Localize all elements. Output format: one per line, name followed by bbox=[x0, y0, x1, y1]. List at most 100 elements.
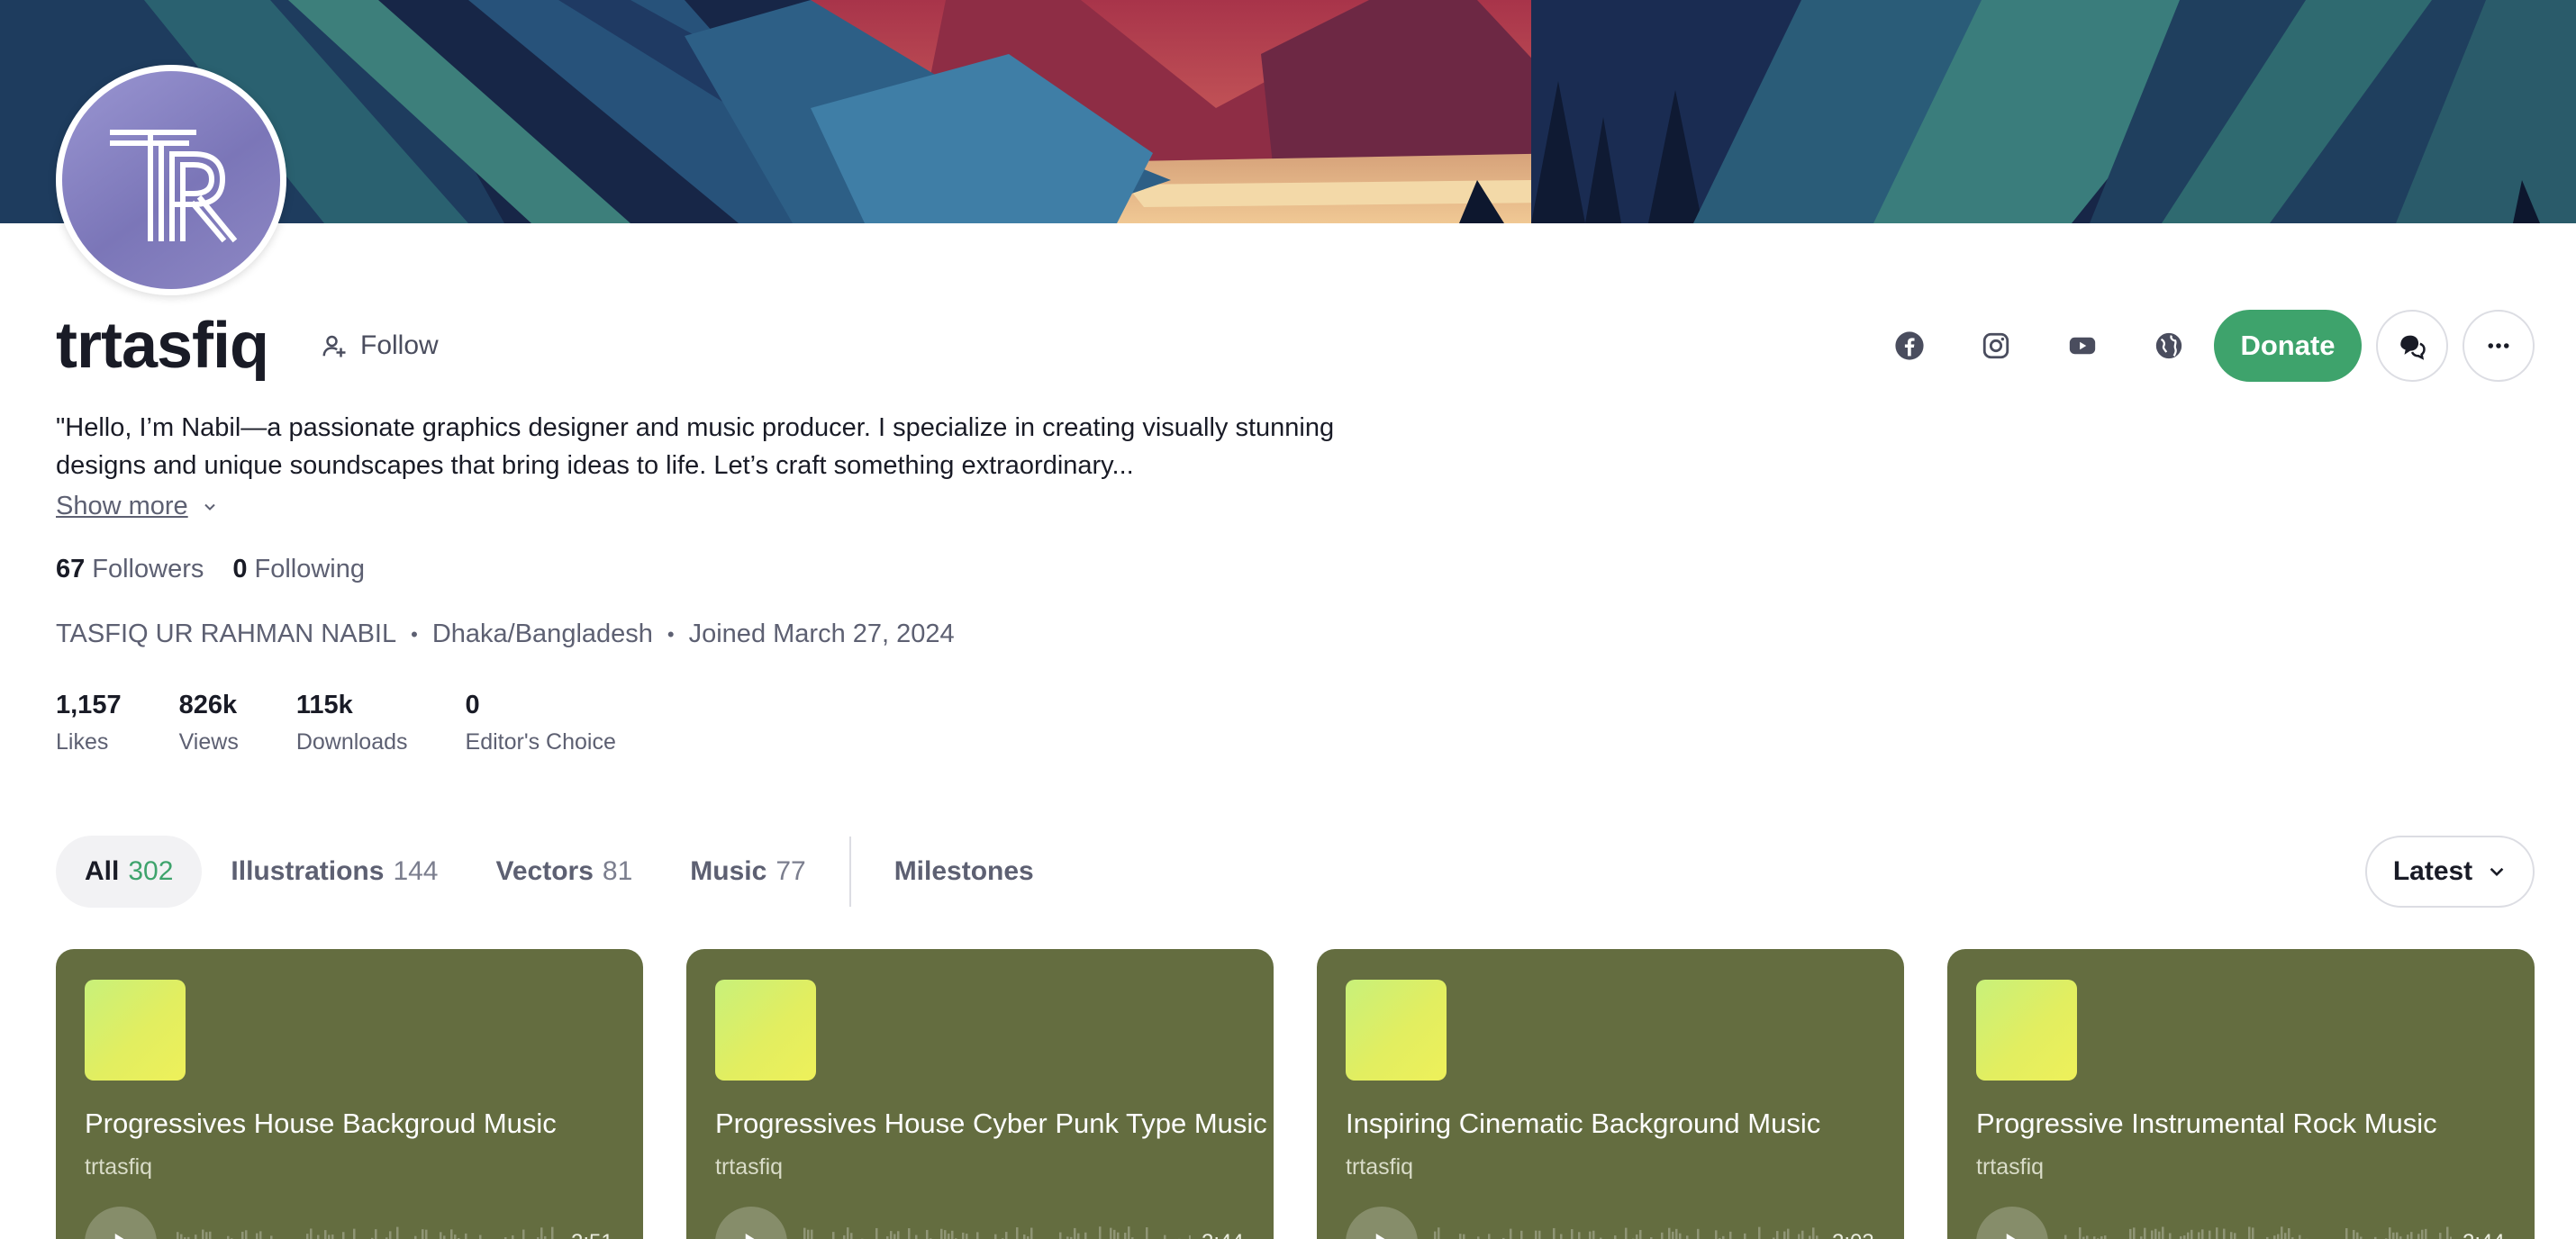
stat-label: Likes bbox=[56, 729, 109, 755]
play-button[interactable] bbox=[715, 1207, 787, 1239]
waveform-bar bbox=[353, 1228, 356, 1239]
waveform-bar bbox=[1614, 1235, 1617, 1239]
play-icon bbox=[2006, 1234, 2016, 1239]
waveform-bar bbox=[331, 1234, 334, 1239]
cover-art bbox=[1976, 980, 2077, 1081]
track-author[interactable]: trtasfiq bbox=[1346, 1154, 1413, 1180]
waveform-bar bbox=[2396, 1232, 2399, 1239]
waveform-bar bbox=[1679, 1233, 1682, 1239]
music-card[interactable]: Progressives House Cyber Punk Type Music… bbox=[686, 949, 1274, 1239]
tab-illustrations[interactable]: Illustrations 144 bbox=[202, 836, 467, 908]
tab-label: Milestones bbox=[893, 856, 1034, 886]
waveform-bar bbox=[1510, 1228, 1512, 1239]
waveform-bar bbox=[1776, 1231, 1779, 1239]
track-title: Progressives House Backgroud Music bbox=[85, 1108, 557, 1139]
waveform[interactable] bbox=[173, 1225, 560, 1239]
track-author[interactable]: trtasfiq bbox=[715, 1154, 783, 1180]
waveform-bar bbox=[843, 1234, 846, 1239]
profile-avatar[interactable] bbox=[56, 65, 286, 295]
waveform-bar bbox=[1005, 1232, 1008, 1239]
waveform-bar bbox=[1636, 1234, 1638, 1239]
waveform-bar bbox=[540, 1227, 543, 1239]
waveform-bar bbox=[1030, 1227, 1033, 1239]
tab-vectors[interactable]: Vectors 81 bbox=[467, 836, 662, 908]
waveform-bar bbox=[396, 1226, 399, 1239]
music-card[interactable]: Progressive Instrumental Rock Music trta… bbox=[1947, 949, 2535, 1239]
show-more-link[interactable]: Show more bbox=[56, 492, 219, 521]
globe-icon bbox=[2155, 332, 2182, 359]
play-button[interactable] bbox=[85, 1207, 157, 1239]
waveform-bar bbox=[2154, 1228, 2157, 1239]
waveform[interactable] bbox=[2064, 1225, 2452, 1239]
cover-art bbox=[715, 980, 816, 1081]
stat-views: 826k Views bbox=[179, 686, 239, 760]
follow-button[interactable]: Follow bbox=[321, 319, 439, 373]
waveform-bar bbox=[1535, 1230, 1537, 1239]
waveform-bar bbox=[205, 1232, 208, 1239]
waveform-bar bbox=[2086, 1235, 2089, 1239]
waveform-bar bbox=[2151, 1230, 2154, 1239]
waveform-bar bbox=[897, 1231, 900, 1239]
followers-link[interactable]: 67 Followers bbox=[56, 555, 204, 584]
waveform-bar bbox=[962, 1232, 965, 1239]
tab-divider bbox=[848, 837, 851, 907]
donate-button[interactable]: Donate bbox=[2214, 310, 2362, 382]
chevron-down-icon bbox=[204, 503, 215, 511]
waveform-bar bbox=[2198, 1232, 2200, 1239]
waveform-bar bbox=[465, 1233, 467, 1239]
waveform-bar bbox=[450, 1229, 453, 1239]
stat-label: Editor's Choice bbox=[465, 729, 616, 755]
chat-icon bbox=[2400, 335, 2426, 360]
track-author[interactable]: trtasfiq bbox=[85, 1154, 152, 1180]
banner-illustration bbox=[0, 0, 2576, 223]
tab-milestones[interactable]: Milestones bbox=[866, 836, 1063, 908]
waveform-bar bbox=[551, 1226, 554, 1239]
waveform-bar bbox=[177, 1232, 179, 1239]
followers-label: Followers bbox=[92, 555, 204, 583]
waveform[interactable] bbox=[1434, 1225, 1821, 1239]
tr-logo-icon bbox=[110, 130, 238, 243]
music-card[interactable]: Inspiring Cinematic Background Music trt… bbox=[1317, 949, 1904, 1239]
waveform-bar bbox=[310, 1228, 313, 1239]
waveform-bar bbox=[1578, 1232, 1581, 1239]
waveform-bar bbox=[2410, 1232, 2413, 1239]
waveform-bar bbox=[2079, 1227, 2082, 1239]
waveform-bar bbox=[915, 1234, 918, 1239]
add-user-icon bbox=[322, 335, 346, 357]
tab-label: Illustrations bbox=[231, 856, 385, 886]
youtube-link[interactable] bbox=[2046, 310, 2118, 382]
profile-username: trtasfiq bbox=[56, 310, 269, 382]
waveform-bar bbox=[2104, 1235, 2107, 1239]
play-icon bbox=[1375, 1234, 1385, 1239]
message-button[interactable] bbox=[2376, 310, 2448, 382]
waveform-bar bbox=[1488, 1234, 1491, 1239]
more-options-button[interactable] bbox=[2463, 310, 2535, 382]
waveform-bar bbox=[951, 1230, 954, 1239]
tab-music[interactable]: Music 77 bbox=[661, 836, 834, 908]
waveform-bar bbox=[1434, 1231, 1437, 1239]
waveform-bar bbox=[1538, 1230, 1541, 1239]
tab-label: Music bbox=[690, 856, 767, 886]
track-author[interactable]: trtasfiq bbox=[1976, 1154, 2044, 1180]
instagram-link[interactable] bbox=[1960, 310, 2032, 382]
waveform-bar bbox=[908, 1228, 911, 1239]
waveform-bar bbox=[811, 1229, 813, 1239]
website-link[interactable] bbox=[2133, 310, 2205, 382]
waveform-bar bbox=[875, 1227, 878, 1239]
play-icon bbox=[745, 1234, 755, 1239]
facebook-link[interactable] bbox=[1873, 310, 1946, 382]
waveform-bar bbox=[2201, 1229, 2204, 1239]
music-card[interactable]: Progressives House Backgroud Music trtas… bbox=[56, 949, 643, 1239]
tab-all[interactable]: All 302 bbox=[56, 836, 203, 908]
following-link[interactable]: 0 Following bbox=[232, 555, 365, 584]
waveform-bar bbox=[1124, 1232, 1127, 1239]
waveform-bar bbox=[2216, 1227, 2218, 1239]
play-button[interactable] bbox=[1346, 1207, 1418, 1239]
play-button[interactable] bbox=[1976, 1207, 2048, 1239]
waveform-bar bbox=[375, 1229, 377, 1239]
waveform-bar bbox=[1077, 1233, 1080, 1239]
waveform-bar bbox=[202, 1229, 204, 1239]
waveform[interactable] bbox=[803, 1225, 1191, 1239]
sort-dropdown[interactable]: Latest bbox=[2365, 836, 2535, 908]
profile-banner bbox=[0, 0, 2576, 223]
